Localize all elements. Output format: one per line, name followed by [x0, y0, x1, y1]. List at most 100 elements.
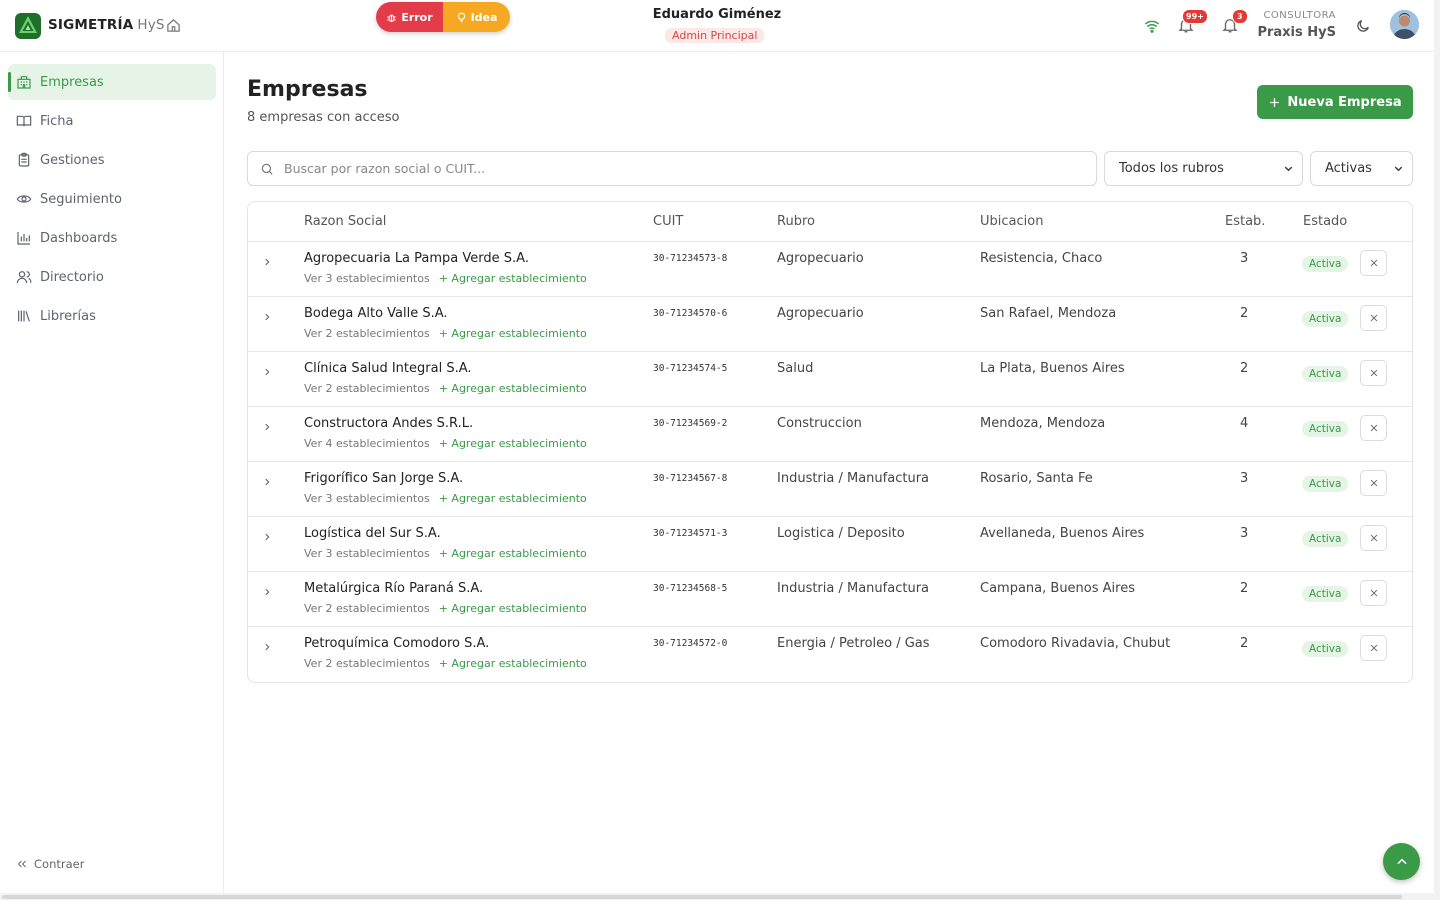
- sidebar-item-directorio[interactable]: Directorio: [8, 259, 216, 295]
- sidebar-item-seguimiento[interactable]: Seguimiento: [8, 181, 216, 217]
- company-name[interactable]: Bodega Alto Valle S.A.: [304, 306, 448, 321]
- search-input[interactable]: [284, 161, 1044, 176]
- add-establishment-link[interactable]: + Agregar establecimiento: [439, 327, 587, 340]
- company-name[interactable]: Agropecuaria La Pampa Verde S.A.: [304, 251, 529, 266]
- expand-chevron-icon[interactable]: [262, 257, 272, 267]
- table-row[interactable]: Petroquímica Comodoro S.A. Ver 2 establec…: [248, 627, 1412, 682]
- table-row[interactable]: Metalúrgica Río Paraná S.A. Ver 2 estable…: [248, 572, 1412, 627]
- new-company-button[interactable]: Nueva Empresa: [1257, 85, 1413, 119]
- expand-chevron-icon[interactable]: [262, 367, 272, 377]
- sidebar-item-empresas[interactable]: Empresas: [8, 64, 216, 100]
- expand-chevron-icon[interactable]: [262, 477, 272, 487]
- rubro-value: Energia / Petroleo / Gas: [777, 636, 930, 651]
- org-name[interactable]: Praxis HyS: [1240, 25, 1336, 40]
- view-establishments-link[interactable]: Ver 3 establecimientos: [304, 547, 430, 560]
- deactivate-button[interactable]: [1360, 250, 1387, 276]
- expand-chevron-icon[interactable]: [262, 587, 272, 597]
- establishments-count: 2: [1240, 306, 1249, 321]
- expand-chevron-icon[interactable]: [262, 422, 272, 432]
- company-name[interactable]: Metalúrgica Río Paraná S.A.: [304, 581, 483, 596]
- company-name[interactable]: Clínica Salud Integral S.A.: [304, 361, 472, 376]
- column-header[interactable]: Estado: [1303, 214, 1347, 229]
- search-icon: [261, 163, 273, 175]
- horizontal-scrollbar-thumb[interactable]: [2, 895, 1402, 899]
- add-establishment-link[interactable]: + Agregar establecimiento: [439, 602, 587, 615]
- cuit-value: 30-71234568-5: [653, 583, 728, 594]
- table-row[interactable]: Bodega Alto Valle S.A. Ver 2 establecimie…: [248, 297, 1412, 352]
- idea-button[interactable]: Idea: [443, 2, 510, 32]
- view-establishments-link[interactable]: Ver 2 establecimientos: [304, 602, 430, 615]
- avatar[interactable]: [1390, 10, 1419, 39]
- add-establishment-link[interactable]: + Agregar establecimiento: [439, 272, 587, 285]
- close-icon: [1370, 259, 1377, 267]
- deactivate-button[interactable]: [1360, 525, 1387, 551]
- scroll-to-top-button[interactable]: [1383, 843, 1420, 880]
- deactivate-button[interactable]: [1360, 470, 1387, 496]
- deactivate-button[interactable]: [1360, 305, 1387, 331]
- add-establishment-link[interactable]: + Agregar establecimiento: [439, 547, 587, 560]
- sidebar-item-gestiones[interactable]: Gestiones: [8, 142, 216, 178]
- deactivate-button[interactable]: [1360, 360, 1387, 386]
- location-value: Rosario, Santa Fe: [980, 471, 1093, 486]
- notifications-badge: 99+: [1182, 9, 1208, 24]
- brand-name[interactable]: SIGMETRÍA HyS: [48, 17, 165, 33]
- estado-filter-value: Activas: [1325, 161, 1372, 176]
- column-header[interactable]: Razon Social: [304, 214, 386, 229]
- deactivate-button[interactable]: [1360, 635, 1387, 661]
- estado-filter-select[interactable]: Activas: [1310, 151, 1413, 186]
- idea-label: Idea: [470, 10, 498, 24]
- expand-chevron-icon[interactable]: [262, 312, 272, 322]
- error-report-button[interactable]: Error: [376, 2, 443, 32]
- chevron-down-icon: [1394, 166, 1403, 172]
- expand-chevron-icon[interactable]: [262, 642, 272, 652]
- plus-icon: [1270, 97, 1280, 107]
- rubro-value: Agropecuario: [777, 251, 864, 266]
- collapse-sidebar-button[interactable]: Contraer: [16, 857, 84, 871]
- view-establishments-link[interactable]: Ver 3 establecimientos: [304, 492, 430, 505]
- close-icon: [1370, 644, 1377, 652]
- home-icon[interactable]: [166, 18, 181, 33]
- add-establishment-link[interactable]: + Agregar establecimiento: [439, 492, 587, 505]
- status-badge: Activa: [1302, 311, 1349, 327]
- establishments-count: 2: [1240, 636, 1249, 651]
- column-header[interactable]: CUIT: [653, 214, 683, 229]
- cuit-value: 30-71234571-3: [653, 528, 728, 539]
- sidebar-item-librerias[interactable]: Librerías: [8, 298, 216, 334]
- table-row[interactable]: Logística del Sur S.A. Ver 3 establecimie…: [248, 517, 1412, 572]
- eye-icon: [16, 195, 32, 203]
- sidebar-item-label: Directorio: [40, 269, 104, 285]
- view-establishments-link[interactable]: Ver 4 establecimientos: [304, 437, 430, 450]
- rubro-filter-select[interactable]: Todos los rubros: [1104, 151, 1303, 186]
- expand-chevron-icon[interactable]: [262, 532, 272, 542]
- add-establishment-link[interactable]: + Agregar establecimiento: [439, 657, 587, 670]
- vertical-scrollbar[interactable]: [1434, 0, 1440, 893]
- column-header[interactable]: Estab.: [1225, 214, 1265, 229]
- company-name[interactable]: Constructora Andes S.R.L.: [304, 416, 473, 431]
- column-header[interactable]: Ubicacion: [980, 214, 1043, 229]
- deactivate-button[interactable]: [1360, 580, 1387, 606]
- view-establishments-link[interactable]: Ver 2 establecimientos: [304, 657, 430, 670]
- sidebar-item-ficha[interactable]: Ficha: [8, 103, 216, 139]
- rubro-value: Logistica / Deposito: [777, 526, 905, 541]
- rubro-value: Salud: [777, 361, 814, 376]
- table-row[interactable]: Frigorífico San Jorge S.A. Ver 3 establec…: [248, 462, 1412, 517]
- book-icon: [16, 115, 32, 127]
- view-establishments-link[interactable]: Ver 2 establecimientos: [304, 327, 430, 340]
- table-row[interactable]: Constructora Andes S.R.L. Ver 4 estableci…: [248, 407, 1412, 462]
- bug-icon: [387, 14, 397, 22]
- location-value: Mendoza, Mendoza: [980, 416, 1106, 431]
- add-establishment-link[interactable]: + Agregar establecimiento: [439, 437, 587, 450]
- deactivate-button[interactable]: [1360, 415, 1387, 441]
- company-name[interactable]: Petroquímica Comodoro S.A.: [304, 636, 489, 651]
- column-header[interactable]: Rubro: [777, 214, 815, 229]
- theme-toggle-moon-icon[interactable]: [1355, 18, 1371, 34]
- add-establishment-link[interactable]: + Agregar establecimiento: [439, 382, 587, 395]
- view-establishments-link[interactable]: Ver 2 establecimientos: [304, 382, 430, 395]
- table-row[interactable]: Agropecuaria La Pampa Verde S.A. Ver 3 es…: [248, 242, 1412, 297]
- establishments-count: 3: [1240, 471, 1249, 486]
- table-row[interactable]: Clínica Salud Integral S.A. Ver 2 estable…: [248, 352, 1412, 407]
- company-name[interactable]: Frigorífico San Jorge S.A.: [304, 471, 463, 486]
- company-name[interactable]: Logística del Sur S.A.: [304, 526, 441, 541]
- view-establishments-link[interactable]: Ver 3 establecimientos: [304, 272, 430, 285]
- sidebar-item-dashboards[interactable]: Dashboards: [8, 220, 216, 256]
